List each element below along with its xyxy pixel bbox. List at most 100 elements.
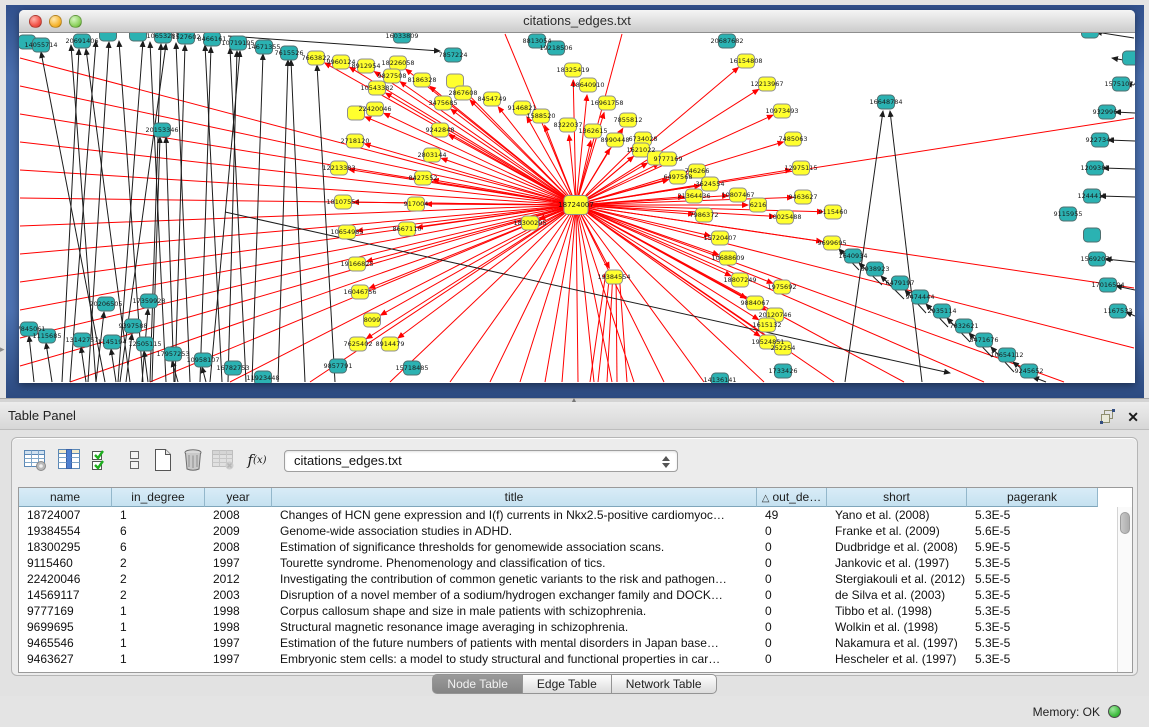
network-node[interactable] (1084, 228, 1101, 242)
table-row[interactable]: 911546021997Tourette syndrome. Phenomeno… (19, 555, 1119, 571)
table-header-row: namein_degreeyeartitle△out_de…shortpager… (19, 488, 1098, 507)
column-header-year[interactable]: year (205, 488, 272, 507)
network-edge[interactable] (576, 205, 710, 236)
table-row[interactable]: 1938455462009Genome-wide association stu… (19, 523, 1119, 539)
table-cell: Structural magnetic resonance image aver… (272, 619, 757, 635)
column-header-short[interactable]: short (827, 488, 967, 507)
network-edge[interactable] (490, 205, 576, 382)
network-edge[interactable] (176, 43, 190, 382)
network-node-label: 9777169 (654, 155, 683, 163)
table-cell: 19384554 (19, 523, 112, 539)
close-panel-icon[interactable]: ✕ (1127, 410, 1139, 424)
network-edge[interactable] (576, 205, 773, 283)
table-row[interactable]: 1456911722003Disruption of a novel membe… (19, 587, 1119, 603)
table-row[interactable]: 946554611997Estimation of the future num… (19, 635, 1119, 651)
network-edge[interactable] (62, 49, 79, 382)
network-node-label: 18107554 (326, 198, 359, 206)
network-edge[interactable] (88, 42, 109, 382)
show-column-icon[interactable] (56, 447, 82, 473)
column-header-pagerank[interactable]: pagerank (967, 488, 1098, 507)
new-table-icon[interactable] (150, 447, 176, 473)
network-node[interactable] (130, 33, 147, 41)
network-view-window[interactable]: citations_edges.txt 14055714206914061065… (19, 10, 1135, 383)
tab-node-table[interactable]: Node Table (432, 674, 523, 694)
network-canvas[interactable]: 1405571420691406106532871527602846616110… (19, 33, 1135, 383)
network-edge[interactable] (20, 142, 576, 205)
network-edge[interactable] (29, 336, 34, 382)
scrollbar-thumb[interactable] (1120, 512, 1130, 534)
table-cell: 5.3E-5 (967, 619, 1098, 635)
network-edge[interactable] (545, 205, 576, 382)
delete-column-icon[interactable] (210, 447, 236, 473)
network-node-label: 19218506 (539, 44, 572, 52)
network-node-label: 252254 (771, 344, 796, 352)
table-source-select[interactable]: citations_edges.txt (284, 450, 678, 472)
network-edge[interactable] (210, 51, 240, 382)
table-cell: 9777169 (19, 603, 112, 619)
network-node-label: 16154808 (729, 57, 762, 65)
network-edge[interactable] (225, 212, 950, 373)
close-window-button[interactable] (29, 15, 42, 28)
table-cell: 14569117 (19, 587, 112, 603)
network-edge[interactable] (845, 111, 883, 382)
table-cell: 1 (112, 603, 205, 619)
table-row[interactable]: 1830029562008Estimation of significance … (19, 539, 1119, 555)
delete-table-icon[interactable] (180, 447, 206, 473)
network-node-label: 9474444 (906, 293, 935, 301)
network-edge[interactable] (46, 343, 52, 382)
column-header-name[interactable]: name (19, 488, 112, 507)
float-panel-icon[interactable] (1100, 409, 1115, 424)
network-edge[interactable] (398, 205, 576, 338)
network-node-label: 1362615 (579, 127, 608, 135)
network-node-label: 16648784 (869, 98, 902, 106)
column-header-in_degree[interactable]: in_degree (112, 488, 205, 507)
network-edge[interactable] (202, 367, 206, 382)
network-edge[interactable] (367, 205, 576, 261)
table-cell: 1997 (205, 635, 272, 651)
function-builder-icon[interactable]: f(x) (244, 447, 270, 473)
row-height-icon[interactable] (122, 447, 148, 473)
table-cell: Jankovic et al. (1997) (827, 555, 967, 571)
maximize-window-button[interactable] (69, 15, 82, 28)
network-edge[interactable] (111, 349, 116, 382)
network-edge[interactable] (562, 205, 576, 382)
collapse-panel-arrow-icon[interactable]: ▸ (0, 344, 5, 355)
table-row[interactable]: 977716911998Corpus callosum shape and si… (19, 603, 1119, 619)
network-edge[interactable] (576, 205, 760, 336)
table-row[interactable]: 946362711997Embryonic stem cells: a mode… (19, 651, 1119, 667)
table-cell: 0 (757, 539, 827, 555)
network-edge[interactable] (291, 60, 305, 382)
table-row[interactable]: 969969511998Structural magnetic resonanc… (19, 619, 1119, 635)
table-vertical-scrollbar[interactable] (1117, 507, 1132, 672)
network-node[interactable] (1082, 33, 1099, 38)
table-row[interactable]: 1872400712008Changes of HCN gene express… (19, 507, 1119, 523)
minimize-window-button[interactable] (49, 15, 62, 28)
tab-edge-table[interactable]: Edge Table (523, 674, 612, 694)
network-edge[interactable] (317, 65, 335, 382)
network-window-titlebar[interactable]: citations_edges.txt (19, 10, 1135, 33)
network-edge[interactable] (200, 47, 211, 382)
select-columns-icon[interactable] (88, 447, 114, 473)
column-header-title[interactable]: title (272, 488, 757, 507)
network-edge[interactable] (1096, 33, 1134, 38)
status-bar: Memory: OK (0, 696, 1149, 727)
network-node-label: 9857791 (324, 362, 353, 370)
table-cell: 1 (112, 651, 205, 667)
citation-network-graph[interactable]: 1405571420691406106532871527602846616110… (19, 33, 1135, 383)
tab-network-table[interactable]: Network Table (612, 674, 717, 694)
network-edge[interactable] (576, 205, 775, 216)
table-settings-icon[interactable] (22, 447, 48, 473)
network-node[interactable] (100, 33, 117, 41)
column-header-out_de[interactable]: △out_de… (757, 488, 827, 507)
network-edge[interactable] (365, 144, 576, 205)
network-edge[interactable] (278, 60, 288, 382)
table-cell: 6 (112, 523, 205, 539)
network-edge[interactable] (576, 205, 704, 382)
network-edge[interactable] (166, 137, 174, 382)
network-node-label: 6216 (750, 201, 767, 209)
table-cell: 0 (757, 571, 827, 587)
table-row[interactable]: 2242004622012Investigating the contribut… (19, 571, 1119, 587)
network-node[interactable] (1123, 51, 1136, 65)
network-edge[interactable] (619, 271, 627, 382)
network-edge[interactable] (576, 205, 578, 382)
